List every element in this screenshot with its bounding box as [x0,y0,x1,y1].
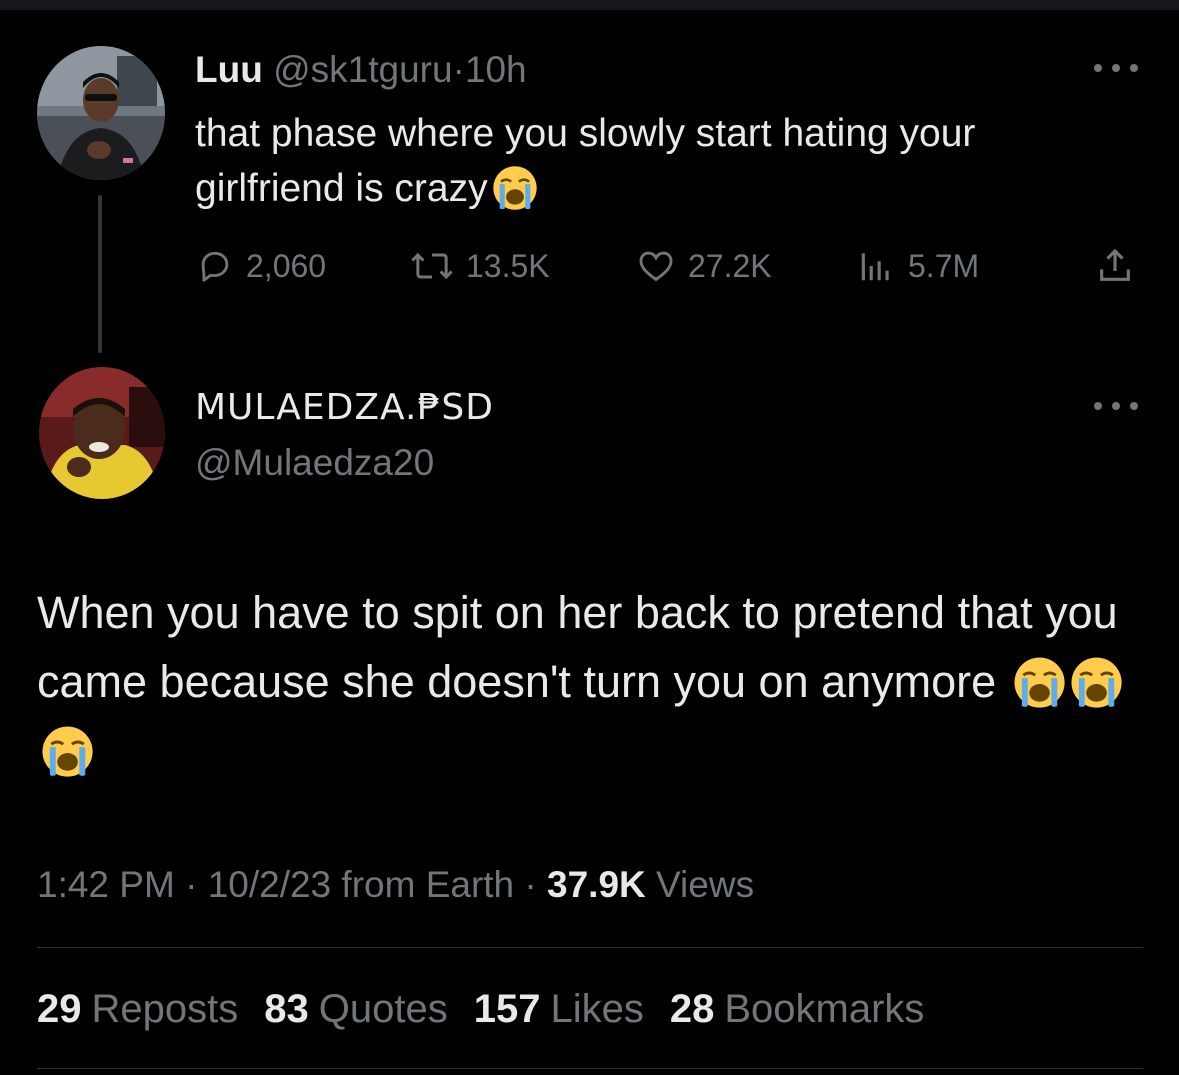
tweet-date-location: 10/2/23 from Earth [207,864,515,905]
reposts-stat[interactable]: 29 Reposts [37,985,238,1033]
views-icon [856,247,896,285]
display-name[interactable]: MULAEDZA.₱SD [195,388,494,428]
timestamp[interactable]: 10h [465,49,527,90]
separator: · [524,864,537,905]
bookmarks-label: Bookmarks [724,987,925,1031]
loudly-crying-face-emoji [1070,656,1123,709]
reposts-count: 29 [37,987,82,1031]
loudly-crying-face-emoji [1013,656,1066,709]
display-name[interactable]: Luu [195,49,263,90]
tweet-text: that phase where you slowly start hating… [195,112,976,210]
more-icon[interactable] [1094,400,1138,412]
loudly-crying-face-emoji [41,725,94,778]
handle[interactable]: @Mulaedza20 [195,441,434,485]
likes-stat[interactable]: 157 Likes [474,985,644,1033]
engagement-stats: 29 Reposts 83 Quotes 157 Likes 28 Bookmarks [37,985,924,1033]
tweet-text: When you have to spit on her back to pre… [37,587,1118,707]
views-label: Views [656,864,755,905]
avatar[interactable] [39,367,165,499]
repost-icon [410,247,454,285]
quotes-stat[interactable]: 83 Quotes [264,985,447,1033]
separator: · [185,864,198,905]
main-tweet-text: When you have to spit on her back to pre… [37,578,1137,785]
handle[interactable]: @sk1tguru [273,49,452,90]
tweet-meta: 1:42 PM · 10/2/23 from Earth · 37.9K Vie… [37,862,754,908]
like-icon [636,247,676,285]
views-count: 5.7M [908,247,980,284]
parent-tweet-header: Luu @sk1tguru·10h [195,48,527,92]
bookmarks-stat[interactable]: 28 Bookmarks [670,985,925,1033]
bookmarks-count: 28 [669,987,715,1031]
loudly-crying-face-emoji [492,165,538,211]
parent-tweet-text: that phase where you slowly start hating… [195,106,1125,216]
like-button[interactable]: 27.2K [636,244,772,288]
views-count: 37.9K [547,864,646,905]
thread-line [98,195,102,353]
more-icon[interactable] [1094,62,1138,74]
reply-icon [196,247,234,285]
repost-button[interactable]: 13.5K [410,244,550,288]
divider [37,1068,1143,1069]
tweet-time[interactable]: 1:42 PM [37,864,175,905]
quotes-label: Quotes [318,987,448,1031]
likes-label: Likes [550,987,644,1031]
reply-button[interactable]: 2,060 [196,244,326,288]
repost-count: 13.5K [466,247,550,284]
quotes-count: 83 [264,987,309,1031]
share-button[interactable] [1094,244,1136,288]
separator: · [452,49,465,90]
views-button[interactable]: 5.7M [856,244,979,288]
reply-count: 2,060 [246,247,327,284]
like-count: 27.2K [688,247,772,284]
avatar[interactable] [37,46,165,180]
top-bar [0,0,1179,10]
likes-count: 157 [473,987,541,1031]
divider [37,947,1143,948]
reposts-label: Reposts [91,987,239,1031]
share-icon [1094,246,1136,286]
